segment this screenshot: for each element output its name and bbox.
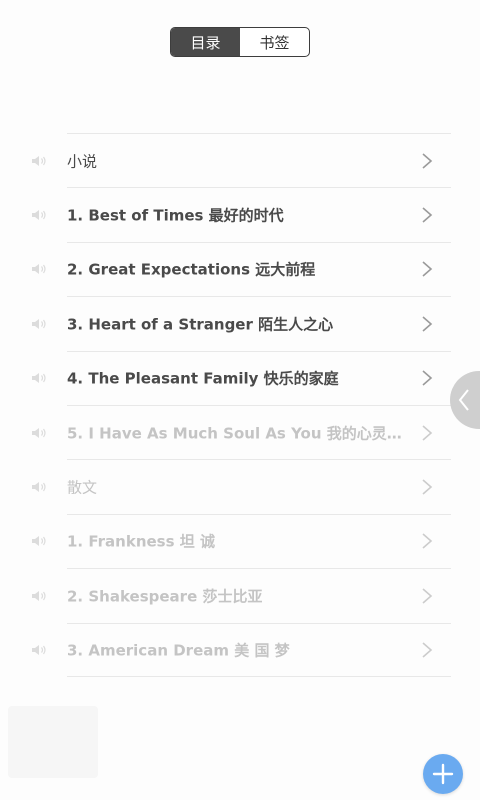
chevron-right-icon bbox=[422, 261, 433, 278]
speaker-icon[interactable] bbox=[31, 154, 49, 168]
chevron-right-icon bbox=[422, 316, 433, 332]
toc-item[interactable]: 散文 bbox=[32, 459, 451, 513]
toc-item-label: 散文 bbox=[67, 478, 98, 497]
toc-screen: 目录 书签 小说 1. Best of Times 最好的时代 2. Great E… bbox=[0, 0, 480, 800]
toc-item-label: 1. Frankness 坦 诚 bbox=[67, 532, 215, 551]
toc-item[interactable]: 1. Best of Times 最好的时代 bbox=[32, 187, 451, 241]
speaker-icon[interactable] bbox=[31, 262, 49, 276]
toc-item-label: 4. The Pleasant Family 快乐的家庭 bbox=[67, 369, 339, 388]
toc-item-label: 小说 bbox=[67, 152, 98, 171]
toc-item[interactable]: 1. Frankness 坦 诚 bbox=[32, 513, 451, 568]
speaker-icon[interactable] bbox=[31, 371, 49, 385]
toc-item[interactable]: 3. Heart of a Stranger 陌生人之心 bbox=[32, 296, 451, 350]
toc-item[interactable]: 小说 bbox=[32, 133, 451, 187]
chevron-right-icon bbox=[422, 370, 433, 386]
toc-item-label: 2. Great Expectations 远大前程 bbox=[67, 260, 316, 279]
toc-item-label: 2. Shakespeare 莎士比亚 bbox=[67, 587, 263, 606]
toc-list: 小说 1. Best of Times 最好的时代 2. Great Expecta… bbox=[0, 133, 480, 677]
chevron-right-icon bbox=[422, 642, 433, 658]
toc-item[interactable]: 3. American Dream 美 国 梦 bbox=[32, 622, 451, 677]
thumbnail-placeholder bbox=[8, 706, 98, 778]
chevron-right-icon bbox=[422, 207, 433, 223]
toc-item-label: 3. American Dream 美 国 梦 bbox=[67, 641, 290, 660]
toc-item-label: 5. I Have As Much Soul As You 我的心灵一... bbox=[67, 424, 407, 443]
tab-bookmarks[interactable]: 书签 bbox=[240, 28, 309, 56]
speaker-icon[interactable] bbox=[31, 480, 49, 494]
toc-item-label: 1. Best of Times 最好的时代 bbox=[67, 206, 284, 225]
speaker-icon[interactable] bbox=[31, 317, 49, 331]
toc-item[interactable]: 2. Great Expectations 远大前程 bbox=[32, 241, 451, 296]
chevron-right-icon bbox=[422, 153, 433, 169]
plus-icon bbox=[432, 763, 454, 785]
toc-item[interactable]: 4. The Pleasant Family 快乐的家庭 bbox=[32, 350, 451, 405]
chevron-right-icon bbox=[422, 533, 433, 550]
toc-item[interactable]: 5. I Have As Much Soul As You 我的心灵一... bbox=[32, 404, 451, 459]
speaker-icon[interactable] bbox=[31, 643, 49, 657]
chevron-left-icon bbox=[458, 389, 469, 411]
speaker-icon[interactable] bbox=[31, 589, 49, 603]
add-button[interactable] bbox=[423, 754, 463, 794]
speaker-icon[interactable] bbox=[31, 208, 49, 222]
chevron-right-icon bbox=[422, 588, 433, 604]
speaker-icon[interactable] bbox=[31, 534, 49, 548]
toc-item-label: 3. Heart of a Stranger 陌生人之心 bbox=[67, 315, 334, 334]
tab-toc[interactable]: 目录 bbox=[171, 28, 240, 56]
speaker-icon[interactable] bbox=[31, 426, 49, 440]
toc-bookmark-switch: 目录 书签 bbox=[170, 27, 310, 57]
chevron-right-icon bbox=[422, 425, 433, 441]
chevron-right-icon bbox=[422, 479, 433, 495]
toc-item[interactable]: 2. Shakespeare 莎士比亚 bbox=[32, 568, 451, 622]
